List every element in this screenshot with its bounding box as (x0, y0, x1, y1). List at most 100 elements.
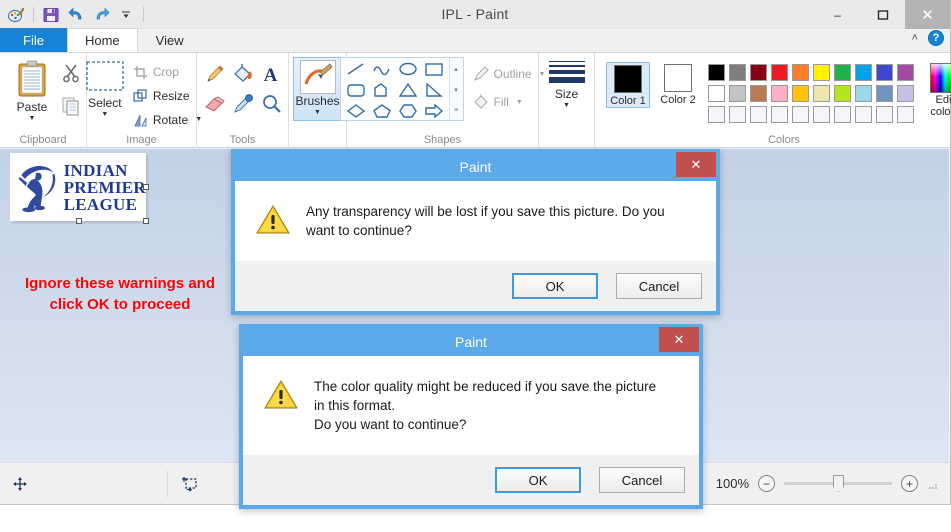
color-1-button[interactable]: Color 1 (606, 62, 650, 108)
chevron-up-icon[interactable]: ˄ (912, 32, 918, 44)
palette-swatch-2-2[interactable] (727, 83, 748, 104)
ribbon-group-tools: A Tools (197, 53, 289, 148)
minimize-button[interactable]: – (815, 0, 860, 29)
palette-swatch-1-7[interactable] (832, 62, 853, 83)
warning-icon (256, 204, 290, 240)
dialog-1-close-button[interactable]: ✕ (676, 152, 716, 177)
resize-grip-icon[interactable] (927, 478, 939, 490)
copy-icon[interactable] (61, 96, 81, 121)
palette-swatch-2-9[interactable] (874, 83, 895, 104)
palette-swatch-1-1[interactable] (706, 62, 727, 83)
dialog-transparency-warning[interactable]: Paint ✕ Any transparency will be lost if… (231, 149, 720, 315)
canvas-resize-handle-right[interactable] (143, 184, 149, 190)
magnifier-icon[interactable] (260, 93, 282, 120)
select-button[interactable]: Select ▼ (81, 57, 129, 119)
ribbon-group-brushes: Brushes ▼ Brushes (289, 53, 347, 148)
canvas-annotation-text: Ignore these warnings and click OK to pr… (4, 273, 236, 315)
fill-dropdown-caret-icon[interactable]: ▼ (516, 99, 523, 107)
tab-view[interactable]: View (138, 28, 202, 52)
ipl-logo: INDIAN PREMIER LEAGUE (10, 153, 146, 221)
palette-swatch-3-7[interactable] (832, 104, 853, 125)
select-dropdown-caret-icon[interactable]: ▼ (101, 111, 108, 119)
palette-swatch-1-5[interactable] (790, 62, 811, 83)
color-picker-icon[interactable] (232, 93, 254, 120)
palette-swatch-1-8[interactable] (853, 62, 874, 83)
zoom-out-button[interactable]: − (758, 475, 775, 492)
shapes-gallery-scrollbar[interactable]: ▴ ▾ ≡ (448, 58, 463, 120)
paint-application-window: IPL - Paint – ✕ File Home View ˄ ? Paste… (0, 0, 951, 532)
text-tool-icon[interactable]: A (264, 65, 278, 87)
zoom-slider-thumb[interactable] (833, 475, 844, 492)
palette-swatch-1-9[interactable] (874, 62, 895, 83)
zoom-percentage-label: 100% (715, 476, 749, 491)
palette-swatch-1-2[interactable] (727, 62, 748, 83)
shapes-gallery[interactable]: ▴ ▾ ≡ (339, 57, 464, 121)
palette-swatch-2-8[interactable] (853, 83, 874, 104)
palette-swatch-3-2[interactable] (727, 104, 748, 125)
dialog-2-ok-button[interactable]: OK (495, 467, 581, 493)
dialog-1-cancel-button[interactable]: Cancel (616, 273, 702, 299)
palette-swatch-3-1[interactable] (706, 104, 727, 125)
rotate-button[interactable]: Rotate ▼ (133, 110, 202, 130)
color-palette[interactable] (706, 62, 916, 125)
brushes-dropdown-caret-icon[interactable]: ▼ (314, 109, 321, 117)
palette-swatch-2-4[interactable] (769, 83, 790, 104)
palette-swatch-1-10[interactable] (895, 62, 916, 83)
palette-swatch-2-1[interactable] (706, 83, 727, 104)
help-icon[interactable]: ? (928, 30, 944, 46)
palette-swatch-3-5[interactable] (790, 104, 811, 125)
maximize-button[interactable] (860, 0, 905, 29)
palette-swatch-3-8[interactable] (853, 104, 874, 125)
palette-swatch-1-6[interactable] (811, 62, 832, 83)
crop-label: Crop (152, 65, 179, 79)
pencil-icon[interactable] (204, 63, 226, 90)
cut-icon[interactable] (61, 63, 81, 88)
palette-swatch-3-10[interactable] (895, 104, 916, 125)
rotate-label: Rotate (152, 113, 189, 127)
palette-swatch-3-9[interactable] (874, 104, 895, 125)
palette-swatch-1-3[interactable] (748, 62, 769, 83)
image-small-commands: Crop Resize Rotate ▼ (133, 57, 202, 130)
canvas-resize-handle-corner[interactable] (143, 218, 149, 224)
shapes-scroll-up-icon[interactable]: ▴ (454, 65, 458, 73)
zoom-in-button[interactable]: + (901, 475, 918, 492)
tab-home[interactable]: Home (66, 28, 138, 52)
dialog-1-body: Any transparency will be lost if you sav… (235, 181, 716, 261)
shapes-scroll-down-icon[interactable]: ▾ (454, 86, 458, 94)
resize-button[interactable]: Resize (133, 86, 202, 106)
palette-swatch-2-3[interactable] (748, 83, 769, 104)
close-button[interactable]: ✕ (905, 0, 950, 29)
palette-swatch-1-4[interactable] (769, 62, 790, 83)
palette-swatch-3-6[interactable] (811, 104, 832, 125)
dialog-2-cancel-button[interactable]: Cancel (599, 467, 685, 493)
palette-swatch-3-3[interactable] (748, 104, 769, 125)
tab-file[interactable]: File (0, 28, 67, 52)
brushes-button[interactable]: Brushes ▼ (292, 57, 343, 121)
paste-dropdown-caret-icon[interactable]: ▼ (29, 115, 36, 123)
dialog-2-message: The color quality might be reduced if yo… (314, 379, 657, 432)
palette-swatch-2-10[interactable] (895, 83, 916, 104)
dialog-1-ok-button[interactable]: OK (512, 273, 598, 299)
image-canvas[interactable]: INDIAN PREMIER LEAGUE (10, 153, 146, 221)
edit-colors-button[interactable]: Edit colors (922, 62, 951, 118)
eraser-icon[interactable] (204, 93, 226, 120)
size-button[interactable]: Size ▼ (541, 57, 593, 110)
palette-swatch-2-5[interactable] (790, 83, 811, 104)
fill-button[interactable]: Fill ▼ (473, 92, 546, 112)
dialog-2-close-button[interactable]: ✕ (659, 327, 699, 352)
canvas-resize-handle-bottom[interactable] (76, 218, 82, 224)
palette-swatch-3-4[interactable] (769, 104, 790, 125)
palette-swatch-2-6[interactable] (811, 83, 832, 104)
zoom-slider[interactable] (784, 475, 892, 492)
outline-button[interactable]: Outline ▼ (473, 64, 545, 84)
paste-button[interactable]: Paste ▼ (5, 57, 59, 123)
palette-swatch-2-7[interactable] (832, 83, 853, 104)
color-2-button[interactable]: Color 2 (656, 62, 700, 106)
dialog-color-quality-warning[interactable]: Paint ✕ The color quality might be reduc… (239, 324, 703, 509)
ribbon-group-image: Select ▼ Crop Resize Rotate ▼ Image (86, 53, 202, 148)
crop-button[interactable]: Crop (133, 62, 202, 82)
fill-with-color-icon[interactable] (232, 63, 254, 90)
size-dropdown-caret-icon[interactable]: ▼ (563, 102, 570, 110)
shapes-scroll-more-icon[interactable]: ≡ (454, 107, 458, 114)
dialog-2-title-bar: Paint ✕ (243, 327, 699, 356)
